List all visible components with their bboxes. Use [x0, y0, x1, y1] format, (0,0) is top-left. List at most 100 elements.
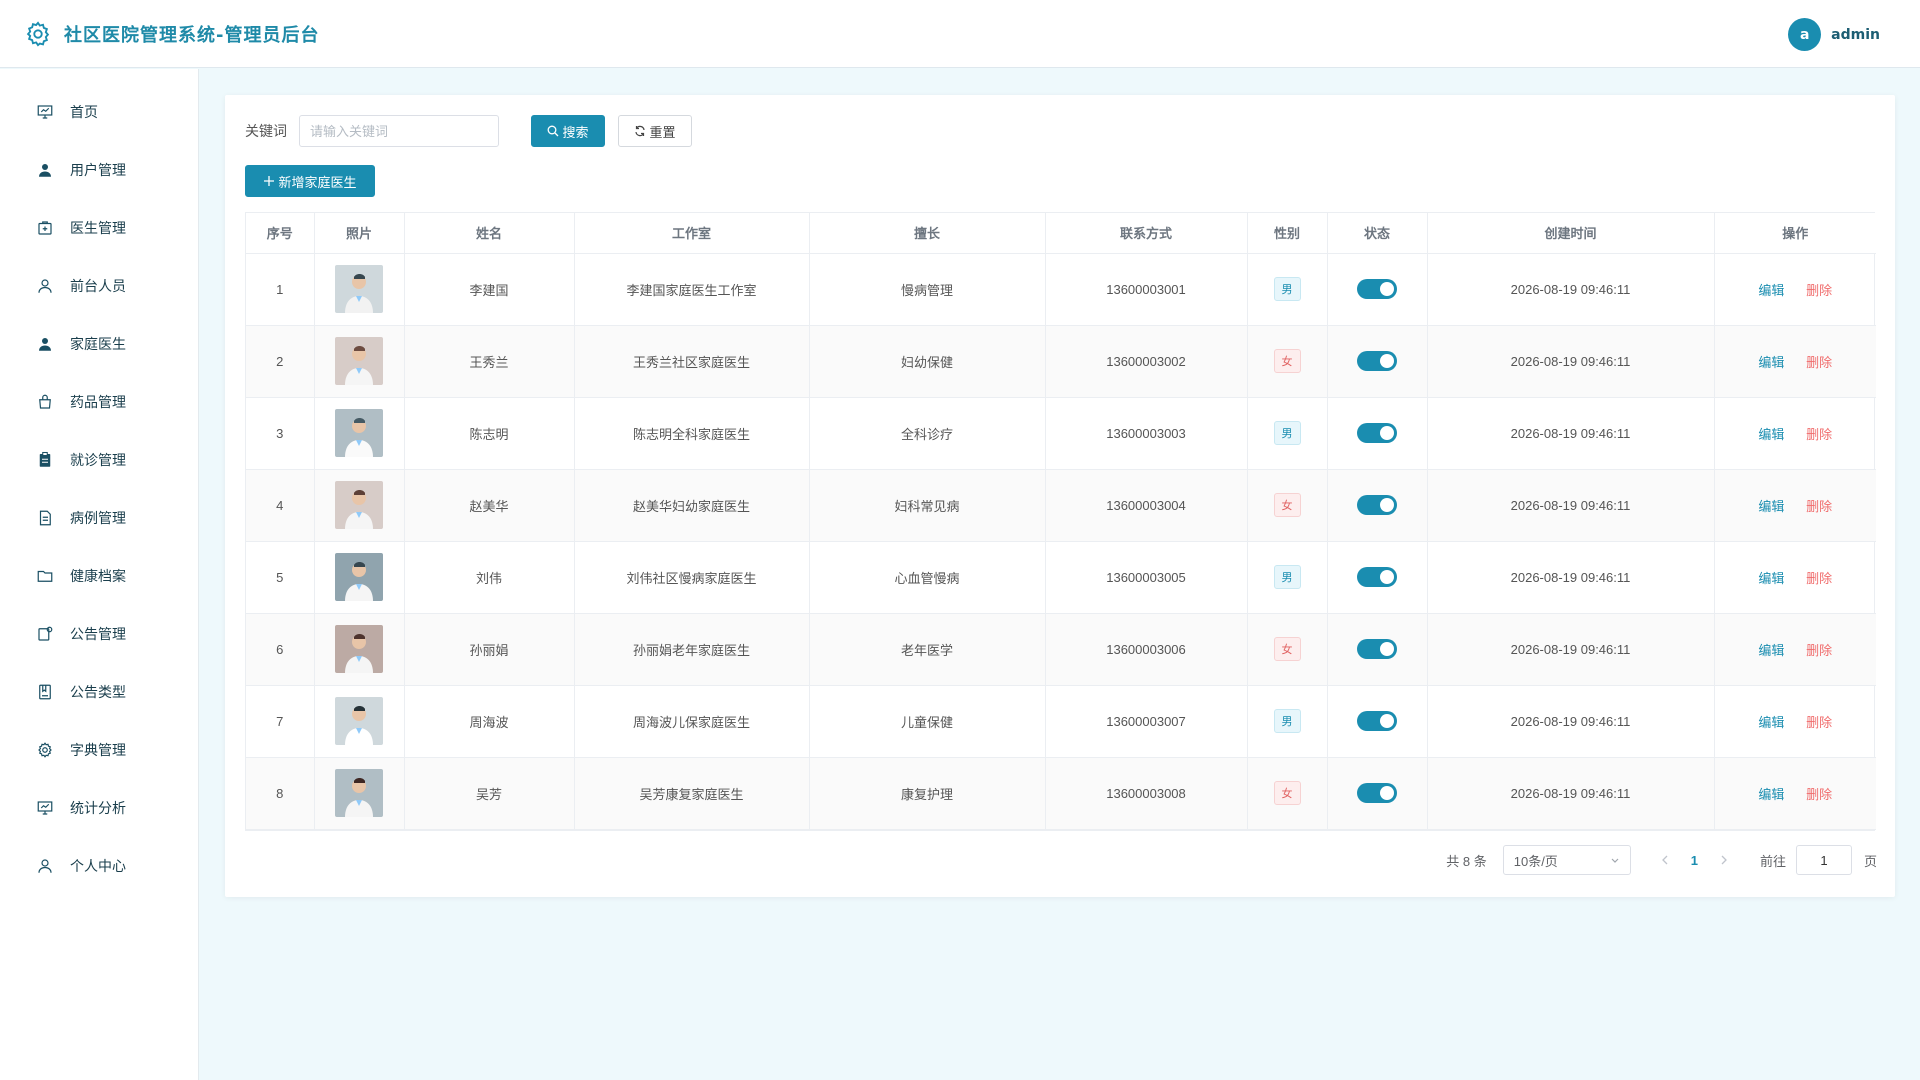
sidebar-item-dictionary[interactable]: 字典管理 [0, 721, 198, 779]
delete-button[interactable]: 删除 [1806, 499, 1832, 514]
prev-page-icon[interactable] [1659, 854, 1671, 866]
column-header[interactable]: 联系方式 [1045, 213, 1248, 254]
created-time: 2026-08-19 09:46:11 [1427, 613, 1715, 686]
status-toggle[interactable] [1357, 279, 1397, 299]
doctor-phone: 13600003001 [1045, 253, 1248, 326]
goto-label: 前往 [1759, 853, 1786, 869]
add-family-doctor-button[interactable]: 新增家庭医生 [245, 165, 375, 197]
edit-button[interactable]: 编辑 [1758, 499, 1784, 514]
sidebar-item-health-records[interactable]: 健康档案 [0, 547, 198, 605]
photo-cell [314, 397, 405, 470]
sidebar-item-label: 家庭医生 [70, 337, 126, 353]
sidebar-item-statistics[interactable]: 统计分析 [0, 779, 198, 837]
actions-cell: 编辑 删除 [1714, 757, 1876, 830]
edit-button[interactable]: 编辑 [1758, 355, 1784, 370]
avatar[interactable]: a [1788, 18, 1822, 51]
gender-cell: 男 [1247, 253, 1328, 326]
photo-cell [314, 253, 405, 326]
column-header[interactable]: 状态 [1327, 213, 1428, 254]
edit-button[interactable]: 编辑 [1758, 571, 1784, 586]
gender-cell: 女 [1247, 469, 1328, 542]
status-toggle[interactable] [1357, 567, 1397, 587]
status-toggle[interactable] [1357, 423, 1397, 443]
user-menu[interactable]: a admin [1788, 18, 1880, 51]
status-toggle[interactable] [1357, 711, 1397, 731]
delete-button[interactable]: 删除 [1806, 787, 1832, 802]
sidebar-item-family-doctor[interactable]: 家庭医生 [0, 315, 198, 373]
username[interactable]: admin [1831, 27, 1880, 43]
edit-button[interactable]: 编辑 [1758, 283, 1784, 298]
sidebar-item-label: 个人中心 [70, 859, 126, 875]
delete-button[interactable]: 删除 [1806, 571, 1832, 586]
delete-button[interactable]: 删除 [1806, 643, 1832, 658]
main-panel: 关键词 搜索 重置 新增家庭医生 序号 照片 姓名 工作室 擅长 [225, 95, 1895, 897]
delete-button[interactable]: 删除 [1806, 355, 1832, 370]
status-toggle[interactable] [1357, 783, 1397, 803]
gender-tag: 女 [1273, 349, 1301, 373]
status-toggle[interactable] [1357, 351, 1397, 371]
column-header[interactable]: 擅长 [809, 213, 1046, 254]
keyword-input[interactable] [299, 115, 499, 147]
medical-box-icon [38, 221, 52, 235]
edit-button[interactable]: 编辑 [1758, 787, 1784, 802]
page-number[interactable]: 1 [1691, 853, 1698, 868]
table-header-row: 序号 照片 姓名 工作室 擅长 联系方式 性别 状态 创建时间 操作 [246, 213, 1876, 254]
sidebar-item-users[interactable]: 用户管理 [0, 141, 198, 199]
user-outline-icon [38, 859, 52, 873]
sidebar-item-doctors[interactable]: 医生管理 [0, 199, 198, 257]
status-toggle[interactable] [1357, 495, 1397, 515]
doctor-photo[interactable] [335, 553, 383, 601]
column-header[interactable]: 照片 [314, 213, 405, 254]
status-toggle[interactable] [1357, 639, 1397, 659]
edit-button[interactable]: 编辑 [1758, 715, 1784, 730]
edit-button[interactable]: 编辑 [1758, 643, 1784, 658]
status-cell [1327, 757, 1428, 830]
doctor-photo[interactable] [335, 265, 383, 313]
next-page-icon[interactable] [1718, 854, 1730, 866]
sidebar-item-notice-types[interactable]: 公告类型 [0, 663, 198, 721]
sidebar-item-cases[interactable]: 病例管理 [0, 489, 198, 547]
column-header[interactable]: 工作室 [574, 213, 810, 254]
status-cell [1327, 469, 1428, 542]
goto-page-input[interactable] [1795, 845, 1852, 875]
doctor-photo[interactable] [335, 409, 383, 457]
sidebar-item-home[interactable]: 首页 [0, 83, 198, 141]
status-cell [1327, 541, 1428, 614]
column-header[interactable]: 姓名 [404, 213, 575, 254]
row-index: 8 [246, 757, 315, 830]
doctor-photo[interactable] [335, 337, 383, 385]
doctor-photo[interactable] [335, 481, 383, 529]
column-header[interactable]: 操作 [1714, 213, 1876, 254]
actions-cell: 编辑 删除 [1714, 325, 1876, 398]
doctor-name: 周海波 [404, 685, 575, 758]
search-button[interactable]: 搜索 [531, 115, 605, 147]
search-button-label: 搜索 [562, 124, 589, 140]
search-icon [548, 125, 559, 137]
doctor-name: 王秀兰 [404, 325, 575, 398]
edit-button[interactable]: 编辑 [1758, 427, 1784, 442]
row-index: 3 [246, 397, 315, 470]
sidebar-item-visits[interactable]: 就诊管理 [0, 431, 198, 489]
toggle-knob [1380, 786, 1394, 800]
delete-button[interactable]: 删除 [1806, 715, 1832, 730]
delete-button[interactable]: 删除 [1806, 283, 1832, 298]
gender-tag: 男 [1273, 709, 1301, 733]
column-header[interactable]: 创建时间 [1427, 213, 1715, 254]
sidebar-item-medicine[interactable]: 药品管理 [0, 373, 198, 431]
column-header[interactable]: 序号 [246, 213, 315, 254]
sidebar-item-notices[interactable]: 公告管理 [0, 605, 198, 663]
delete-button[interactable]: 删除 [1806, 427, 1832, 442]
sidebar-item-profile[interactable]: 个人中心 [0, 837, 198, 895]
gender-cell: 男 [1247, 397, 1328, 470]
doctor-photo[interactable] [335, 625, 383, 673]
doctor-photo[interactable] [335, 697, 383, 745]
doctor-phone: 13600003003 [1045, 397, 1248, 470]
column-header[interactable]: 性别 [1247, 213, 1328, 254]
doctor-photo[interactable] [335, 769, 383, 817]
table-row: 4 赵美华 赵美华妇幼家庭医生 妇科常见病 13600003004 女 2026… [246, 469, 1876, 542]
photo-cell [314, 757, 405, 830]
reset-button[interactable]: 重置 [618, 115, 692, 147]
sidebar-item-reception[interactable]: 前台人员 [0, 257, 198, 315]
page-size-select[interactable]: 10条/页 [1502, 845, 1631, 875]
gender-tag: 男 [1273, 421, 1301, 445]
